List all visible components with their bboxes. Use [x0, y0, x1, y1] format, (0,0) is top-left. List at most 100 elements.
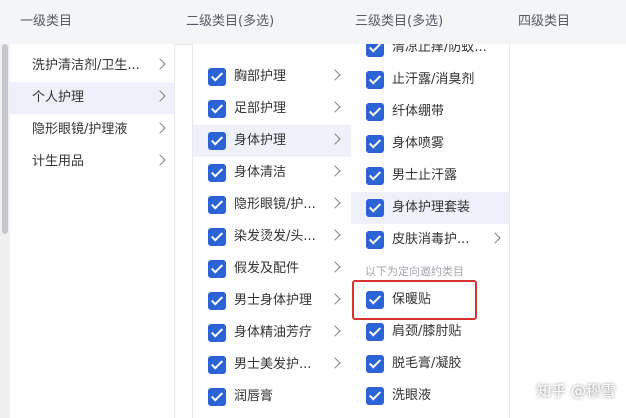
- chevron-right-icon: [329, 69, 341, 81]
- level2-item[interactable]: 身体清洁: [193, 157, 351, 189]
- level3-item-label: 身体护理套装: [392, 200, 471, 215]
- level1-item-label: 个人护理: [32, 90, 85, 105]
- level1-item-label: 计生用品: [32, 154, 85, 169]
- chevron-right-icon: [154, 154, 166, 166]
- chevron-right-icon: [329, 293, 341, 305]
- level2-item-label: 足部护理: [234, 101, 287, 116]
- checkbox-checked-icon[interactable]: [366, 231, 384, 249]
- level2-item[interactable]: 男士美发护...: [193, 349, 351, 381]
- level3-item[interactable]: 皮肤消毒护...: [351, 224, 509, 256]
- category-header: 一级类目 二级类目(多选) 三级类目(多选) 四级类目: [0, 0, 626, 45]
- header-level2: 二级类目(多选): [186, 14, 275, 29]
- level2-item[interactable]: 足部护理: [193, 93, 351, 125]
- level3-item-label: 皮肤消毒护...: [392, 232, 470, 247]
- checkbox-checked-icon[interactable]: [208, 68, 226, 86]
- level3-item[interactable]: 纤体绷带: [351, 96, 509, 128]
- level3-item[interactable]: 身体喷雾: [351, 128, 509, 160]
- level3-item-label: 止汗露/消臭剂: [392, 72, 475, 87]
- level4-column: [510, 44, 626, 418]
- level3-column: 清凉止痒/防蚊... 止汗露/消臭剂 纤体绷带 身体喷雾 男士止汗露 身体护理套…: [351, 44, 510, 418]
- checkbox-checked-icon[interactable]: [366, 135, 384, 153]
- checkbox-checked-icon[interactable]: [208, 292, 226, 310]
- chevron-right-icon: [154, 58, 166, 70]
- level2-item-label: 隐形眼镜/护...: [234, 197, 316, 212]
- level1-scrollbar-thumb[interactable]: [2, 44, 8, 234]
- level2-column: 胸部护理 足部护理 身体护理 身体清洁 隐形眼镜/护... 染发烫发/头... …: [192, 44, 352, 418]
- checkbox-checked-icon[interactable]: [366, 103, 384, 121]
- chevron-right-icon: [154, 122, 166, 134]
- level2-item-label: 身体护理: [234, 133, 287, 148]
- chevron-right-icon: [329, 133, 341, 145]
- level3-item-label: 清凉止痒/防蚊...: [392, 44, 487, 55]
- level1-item-household-cleaning[interactable]: 洗护清洁剂/卫生...: [10, 50, 174, 82]
- level3-item-label: 洗眼液: [392, 388, 432, 403]
- level2-item[interactable]: 润唇膏: [193, 381, 351, 413]
- checkbox-checked-icon[interactable]: [366, 199, 384, 217]
- level2-item-label: 男士身体护理: [234, 293, 313, 308]
- header-level1: 一级类目: [20, 14, 73, 29]
- chevron-right-icon: [329, 165, 341, 177]
- checkbox-checked-icon[interactable]: [208, 228, 226, 246]
- header-level4: 四级类目: [518, 14, 571, 29]
- level2-item[interactable]: 染发烫发/头...: [193, 221, 351, 253]
- level2-item-body-care[interactable]: 身体护理: [193, 125, 351, 157]
- level1-item-label: 隐形眼镜/护理液: [32, 122, 128, 137]
- checkbox-checked-icon[interactable]: [208, 100, 226, 118]
- checkbox-checked-icon[interactable]: [208, 388, 226, 406]
- level2-item-label: 男士美发护...: [234, 357, 312, 372]
- level2-item[interactable]: 假发及配件: [193, 253, 351, 285]
- level3-item-heat-patch[interactable]: 保暖贴: [351, 284, 509, 316]
- level3-item-label: 男士止汗露: [392, 168, 458, 183]
- chevron-right-icon: [154, 90, 166, 102]
- level3-item-label: 保暖贴: [392, 292, 432, 307]
- level3-item[interactable]: 男士止汗露: [351, 160, 509, 192]
- checkbox-checked-icon[interactable]: [366, 167, 384, 185]
- checkbox-checked-icon[interactable]: [366, 323, 384, 341]
- level2-item-label: 身体精油芳疗: [234, 325, 313, 340]
- chevron-right-icon: [329, 197, 341, 209]
- level1-item-personal-care[interactable]: 个人护理: [10, 82, 174, 114]
- chevron-right-icon: [329, 357, 341, 369]
- checkbox-checked-icon[interactable]: [366, 355, 384, 373]
- level3-item-body-care-set[interactable]: 身体护理套装: [351, 192, 509, 224]
- level3-item[interactable]: 洗眼液: [351, 380, 509, 412]
- header-level3: 三级类目(多选): [355, 14, 444, 29]
- checkbox-checked-icon[interactable]: [208, 260, 226, 278]
- checkbox-checked-icon[interactable]: [208, 132, 226, 150]
- level3-item[interactable]: 止汗露/消臭剂: [351, 64, 509, 96]
- checkbox-checked-icon[interactable]: [208, 164, 226, 182]
- level3-item[interactable]: 清凉止痒/防蚊...: [351, 44, 509, 64]
- level3-item-label: 身体喷雾: [392, 136, 445, 151]
- checkbox-checked-icon[interactable]: [208, 196, 226, 214]
- level1-column: 洗护清洁剂/卫生... 个人护理 隐形眼镜/护理液 计生用品: [10, 44, 175, 418]
- level2-item[interactable]: 胸部护理: [193, 61, 351, 93]
- level2-item-label: 胸部护理: [234, 69, 287, 84]
- checkbox-checked-icon[interactable]: [366, 71, 384, 89]
- watermark: 知乎 @穆雪: [536, 382, 616, 400]
- level2-item-label: 润唇膏: [234, 389, 274, 404]
- chevron-right-icon: [329, 101, 341, 113]
- level1-item-contact-lens[interactable]: 隐形眼镜/护理液: [10, 114, 174, 146]
- level2-item-label: 染发烫发/头...: [234, 229, 316, 244]
- checkbox-checked-icon[interactable]: [208, 356, 226, 374]
- level3-item-label: 脱毛膏/凝胶: [392, 356, 462, 371]
- invited-categories-label: 以下为定向邀约类目: [365, 265, 464, 278]
- checkbox-checked-icon[interactable]: [366, 387, 384, 405]
- level2-item-label: 假发及配件: [234, 261, 300, 276]
- chevron-right-icon: [329, 229, 341, 241]
- checkbox-checked-icon[interactable]: [208, 324, 226, 342]
- checkbox-checked-icon[interactable]: [366, 44, 384, 57]
- level3-item-label: 肩颈/膝肘贴: [392, 324, 462, 339]
- level2-item[interactable]: 隐形眼镜/护...: [193, 189, 351, 221]
- level2-item[interactable]: 身体精油芳疗: [193, 317, 351, 349]
- chevron-right-icon: [489, 232, 501, 244]
- checkbox-checked-icon[interactable]: [366, 291, 384, 309]
- level2-item-partial: [193, 44, 351, 48]
- level3-item[interactable]: 肩颈/膝肘贴: [351, 316, 509, 348]
- level3-item[interactable]: 脱毛膏/凝胶: [351, 348, 509, 380]
- chevron-right-icon: [329, 325, 341, 337]
- level3-item-label: 纤体绷带: [392, 104, 445, 119]
- level2-item[interactable]: 男士身体护理: [193, 285, 351, 317]
- level1-item-family-planning[interactable]: 计生用品: [10, 146, 174, 178]
- chevron-right-icon: [329, 261, 341, 273]
